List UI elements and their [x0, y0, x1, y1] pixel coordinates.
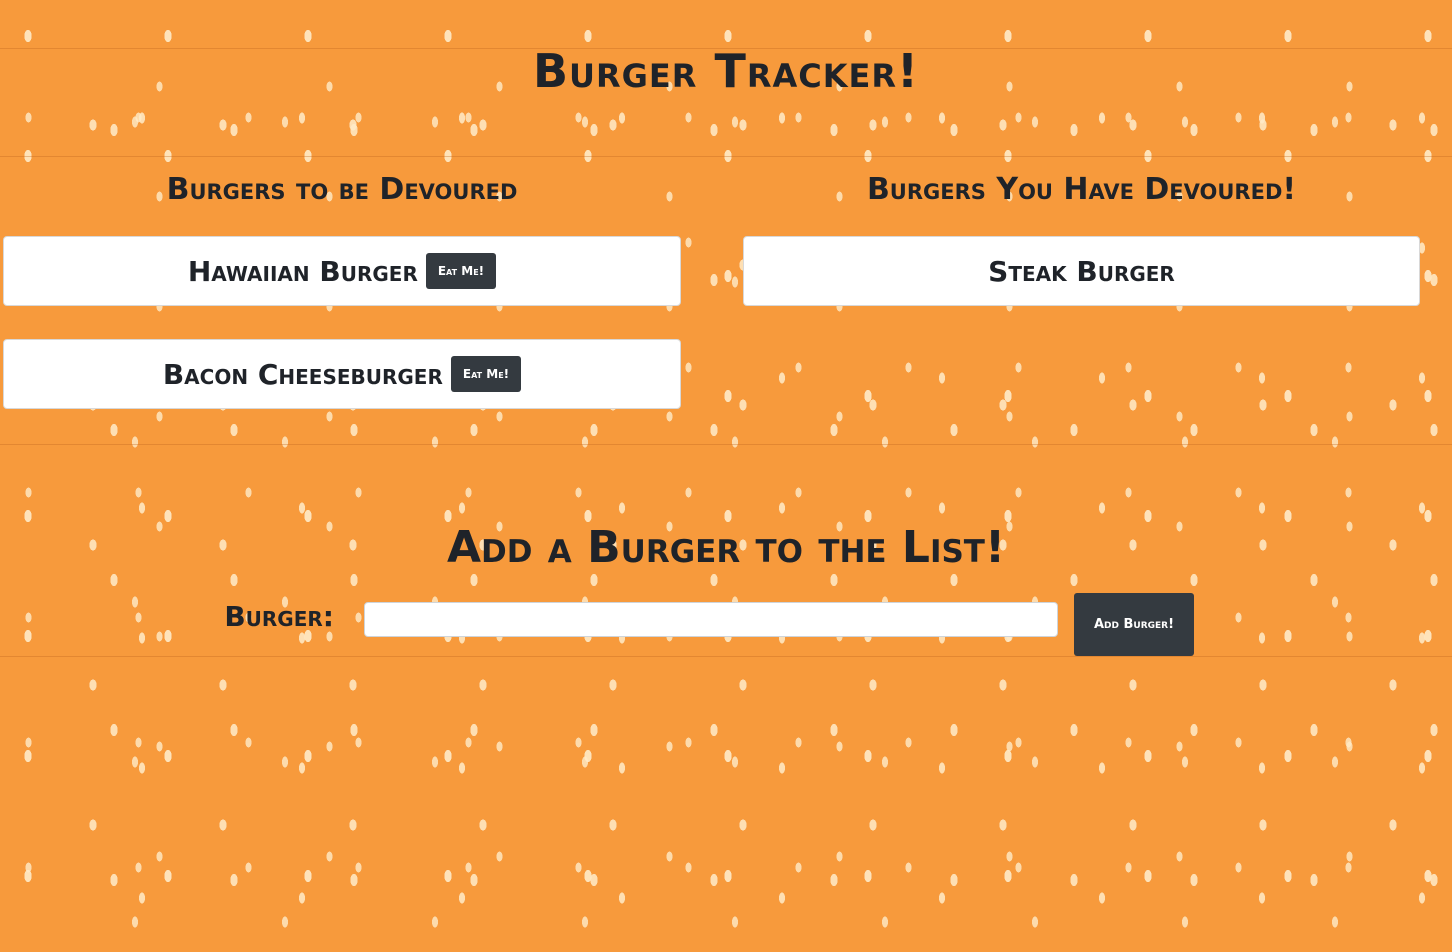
page-title: Burger Tracker!	[532, 44, 919, 98]
burger-input[interactable]	[364, 602, 1058, 637]
burger-name: Hawaiian Burger	[187, 254, 418, 288]
lists-bottom-divider	[0, 444, 1452, 445]
burger-name: Bacon Cheeseburger	[162, 357, 443, 391]
add-burger-button[interactable]: Add Burger!	[1074, 593, 1194, 656]
devoured-column: Burgers You Have Devoured! Steak Burger	[743, 168, 1420, 339]
to-devour-column: Burgers to be Devoured Hawaiian Burger E…	[3, 168, 681, 442]
eat-me-button[interactable]: Eat Me!	[450, 356, 522, 392]
to-devour-heading: Burgers to be Devoured	[166, 172, 518, 207]
form-bottom-divider	[0, 656, 1452, 657]
eat-me-button[interactable]: Eat Me!	[425, 253, 497, 289]
header-bottom-divider	[0, 156, 1452, 157]
devoured-burger-card: Steak Burger	[743, 236, 1420, 306]
add-burger-heading: Add a Burger to the List!	[446, 522, 1006, 573]
burger-name: Steak Burger	[988, 254, 1175, 288]
burger-card: Hawaiian Burger Eat Me!	[3, 236, 681, 306]
burger-input-label: Burger:	[224, 600, 334, 633]
devoured-heading: Burgers You Have Devoured!	[866, 172, 1297, 207]
burger-card: Bacon Cheeseburger Eat Me!	[3, 339, 681, 409]
